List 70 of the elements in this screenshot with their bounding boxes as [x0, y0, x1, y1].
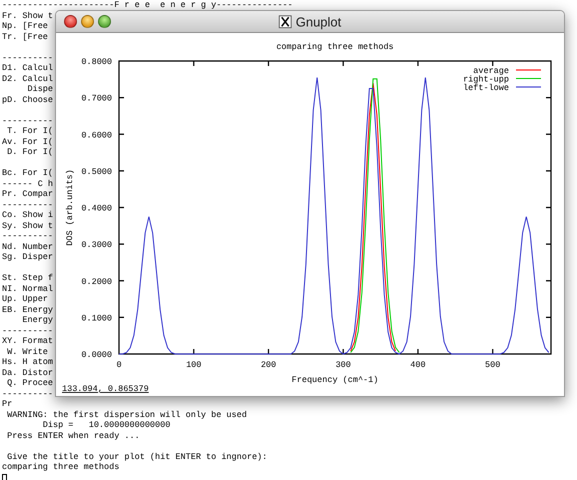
chart-title: comparing three methods — [276, 42, 394, 52]
terminal-line: Nd. Number — [2, 242, 54, 252]
terminal-line: Dispe — [26, 84, 54, 94]
terminal-line: ----------------------F r e e e n e r g y--------------- — [2, 0, 293, 10]
terminal-line: Press ENTER when ready ... — [6, 430, 140, 441]
terminal-line: Da. Distor — [2, 368, 54, 378]
terminal-line: ---------- — [2, 326, 54, 336]
terminal-line: comparing three methods — [2, 462, 120, 472]
y-axis-title: DOS (arb.units) — [65, 169, 75, 246]
terminal-line: D1. Calcul — [2, 63, 54, 74]
x-tick-label: 200 — [260, 360, 276, 370]
terminal-line: Pr — [2, 399, 12, 410]
terminal-line: Av. For I( — [2, 136, 54, 147]
zoom-button[interactable] — [98, 15, 111, 28]
y-tick-label: 0.6000 — [81, 130, 112, 140]
cursor-readout: 133.094, 0.865379 — [62, 384, 149, 394]
terminal-line: Np. [Free — [2, 21, 48, 32]
terminal-line: Q. Procee — [6, 378, 54, 388]
terminal-line: ---------- — [2, 388, 54, 399]
terminal-line: Co. Show i — [2, 210, 54, 220]
text-cursor — [2, 474, 7, 480]
terminal-line: D2. Calcul — [2, 74, 54, 84]
legend-line — [516, 78, 542, 79]
terminal-line: Sy. Show t — [2, 220, 54, 231]
x-tick-label: 300 — [336, 360, 351, 370]
y-tick-label: 0.7000 — [81, 94, 112, 104]
terminal-line: St. Step f — [2, 273, 54, 284]
terminal-line: XY. Format — [2, 336, 54, 346]
terminal-line: T. For I( — [6, 126, 54, 136]
legend-line — [516, 86, 542, 88]
terminal-line: Energy — [21, 315, 54, 326]
y-tick-label: 0.5000 — [81, 166, 112, 177]
legend-label: right-upp — [463, 74, 509, 84]
x-axis-title: Frequency (cm^-1) — [292, 375, 378, 385]
terminal-line: ---------- — [2, 52, 54, 63]
terminal-line: Disp = 10.0000000000000 — [42, 420, 170, 430]
x-tick-label: 500 — [485, 360, 500, 370]
terminal-line: D. For I( — [6, 147, 54, 158]
terminal-line: NI. Normal — [2, 284, 54, 294]
y-tick-label: 0.1000 — [81, 313, 112, 324]
close-button[interactable] — [64, 15, 77, 28]
x-tick-label: 400 — [410, 360, 426, 370]
x-tick-label: 100 — [186, 360, 202, 370]
minimize-button[interactable] — [81, 15, 94, 28]
y-tick-label: 0.2000 — [81, 276, 112, 287]
terminal-line: pD. Choose — [2, 94, 54, 105]
y-tick-label: 0.3000 — [81, 240, 112, 250]
terminal-line: EB. Energy — [2, 304, 54, 315]
terminal-line: Pr. Compar — [2, 189, 54, 200]
legend-label: average — [473, 66, 509, 76]
terminal-line: WARNING: the first dispersion will only be used — [6, 410, 247, 420]
terminal-line: Up. Upper — [2, 294, 48, 304]
terminal-line: ---------- — [2, 200, 54, 210]
terminal-line: ---------- — [2, 231, 54, 242]
terminal-line: Fr. Show t — [2, 10, 54, 21]
terminal-line: Hs. H atom — [2, 357, 54, 368]
terminal-line: ------ C h — [2, 178, 54, 189]
y-tick-label: 0.0000 — [81, 350, 112, 360]
window-title: Gnuplot — [296, 12, 342, 32]
terminal-line: Sg. Disper — [2, 252, 54, 262]
legend-label: left-lowe — [463, 83, 509, 93]
terminal-line: Bc. For I( — [2, 168, 54, 178]
terminal-line: Give the title to your plot (hit ENTER to ingnore): — [6, 452, 268, 462]
terminal-line: Tr. [Free — [2, 32, 48, 42]
x-icon — [278, 15, 292, 28]
y-tick-label: 0.4000 — [81, 204, 112, 214]
x-tick-label: 0 — [116, 360, 122, 370]
y-tick-label: 0.8000 — [81, 57, 112, 67]
terminal-line: ---------- — [2, 116, 54, 126]
terminal-line: W. Write — [6, 346, 48, 357]
